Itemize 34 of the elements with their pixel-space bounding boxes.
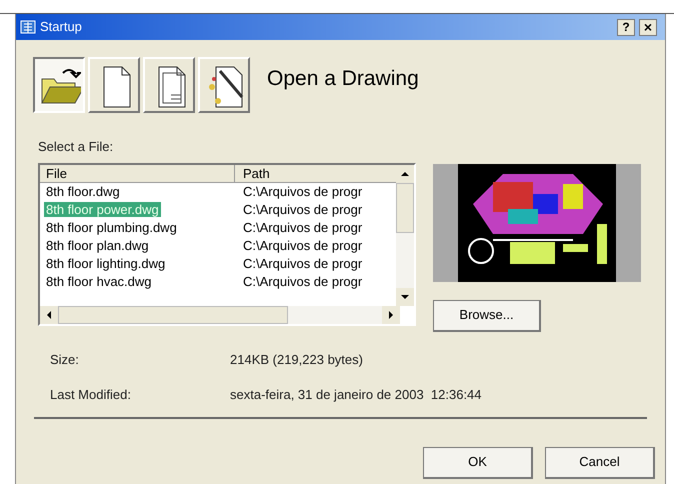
file-path: C:\Arquivos de progr	[243, 220, 362, 236]
detail-label: Size:	[50, 350, 80, 368]
detail-value: sexta-feira, 31 de janeiro de 2003 12:36:44	[230, 386, 482, 404]
scroll-thumb[interactable]	[58, 306, 288, 324]
file-name[interactable]: 8th floor.dwg	[44, 184, 122, 198]
scroll-down-icon[interactable]	[396, 288, 414, 306]
dialog-heading: Open a Drawing	[267, 66, 419, 92]
dialog-button[interactable]: Cancel	[545, 446, 655, 478]
file-path: C:\Arquivos de progr	[243, 256, 362, 272]
app-icon	[20, 20, 36, 34]
scroll-right-icon[interactable]	[382, 306, 400, 324]
close-button[interactable]: ×	[639, 18, 657, 36]
file-path: C:\Arquivos de progr	[243, 184, 362, 200]
file-path: C:\Arquivos de progr	[243, 274, 362, 290]
detail-value: 214KB (219,223 bytes)	[230, 350, 363, 369]
column-header[interactable]: File	[40, 164, 235, 182]
scroll-up-icon[interactable]	[396, 164, 414, 182]
detail-label: Last Modified:	[50, 386, 132, 404]
vertical-scrollbar[interactable]	[396, 164, 414, 306]
file-path: C:\Arquivos de progr	[243, 202, 362, 218]
help-button[interactable]: ?	[617, 18, 635, 36]
file-name[interactable]: 8th floor plumbing.dwg	[44, 220, 179, 234]
section-label: Select a File:	[38, 138, 114, 156]
window-title: Startup	[40, 18, 83, 36]
horizontal-scrollbar[interactable]	[40, 306, 400, 324]
browse-button[interactable]: Browse...	[433, 300, 541, 332]
scroll-left-icon[interactable]	[40, 306, 58, 324]
file-name[interactable]: 8th floor lighting.dwg	[44, 256, 168, 270]
toolbar-button[interactable]	[33, 57, 85, 113]
file-path: C:\Arquivos de progr	[243, 238, 362, 254]
scroll-thumb[interactable]	[396, 182, 414, 232]
file-name[interactable]: 8th floor hvac.dwg	[44, 274, 154, 288]
dialog-button[interactable]: OK	[423, 446, 533, 478]
file-name[interactable]: 8th floor plan.dwg	[44, 238, 151, 252]
